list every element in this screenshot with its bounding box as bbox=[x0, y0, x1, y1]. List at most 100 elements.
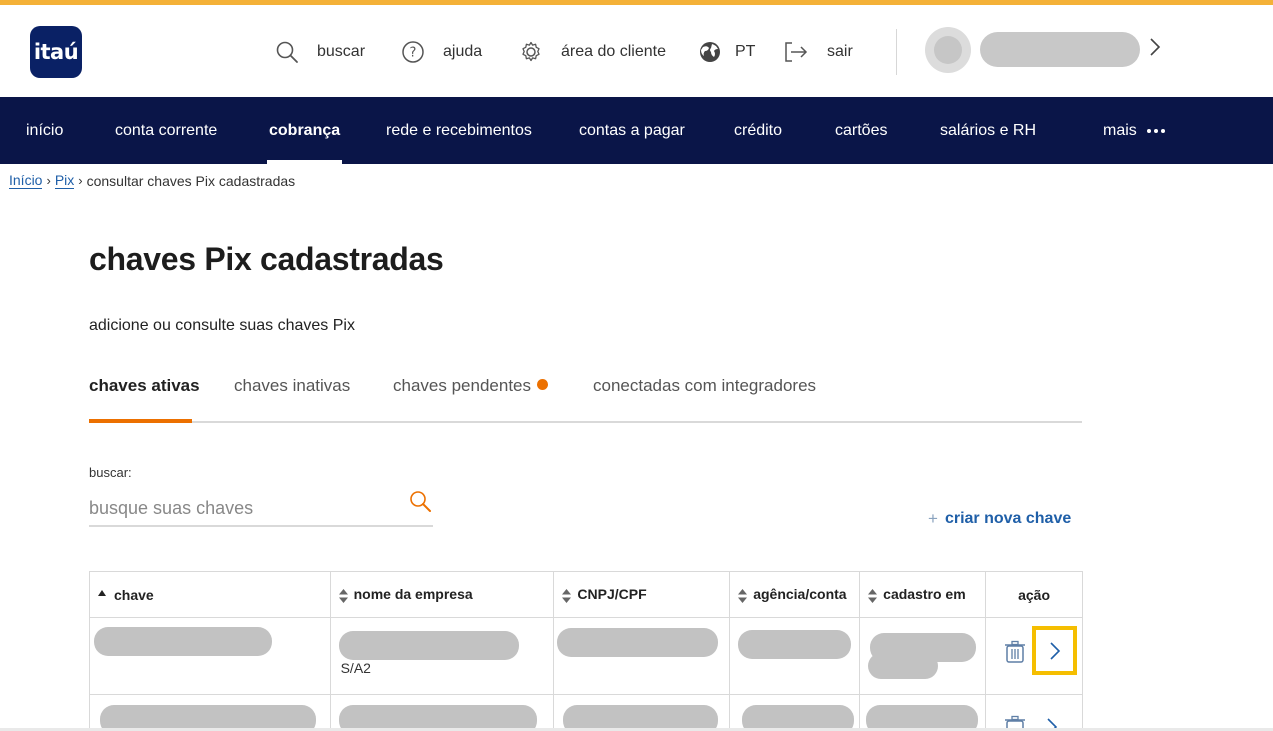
header-search-button[interactable]: buscar bbox=[275, 39, 365, 65]
user-menu-chevron-icon[interactable] bbox=[1148, 36, 1162, 63]
cell-acao bbox=[985, 694, 1083, 731]
trash-icon[interactable] bbox=[1004, 640, 1026, 669]
header-help-button[interactable]: ? ajuda bbox=[401, 39, 482, 65]
header-language-label: PT bbox=[735, 43, 756, 60]
col-label: ação bbox=[1018, 586, 1051, 603]
nav-item-mais[interactable]: mais bbox=[1103, 97, 1165, 164]
header-language-button[interactable]: PT bbox=[698, 39, 755, 65]
search-label: buscar: bbox=[89, 465, 132, 480]
col-header-acao: ação bbox=[985, 571, 1083, 618]
cell-nome-empresa bbox=[329, 694, 555, 731]
col-header-cadastro-em[interactable]: cadastro em bbox=[859, 571, 987, 618]
avatar[interactable] bbox=[925, 27, 971, 73]
nav-item-inicio[interactable]: início bbox=[26, 97, 63, 164]
nav-item-cobranca[interactable]: cobrança bbox=[266, 97, 343, 164]
search-input[interactable] bbox=[89, 493, 389, 523]
pending-badge bbox=[537, 379, 548, 390]
create-key-label: criar nova chave bbox=[944, 510, 1072, 527]
tab-label: chaves pendentes bbox=[393, 376, 531, 395]
col-header-agencia-conta[interactable]: agência/conta bbox=[729, 571, 861, 618]
nav-label: conta corrente bbox=[115, 121, 218, 139]
gear-icon bbox=[519, 40, 543, 64]
help-icon: ? bbox=[401, 40, 425, 64]
header-logout-button[interactable]: sair bbox=[784, 39, 853, 65]
header-logout-label: sair bbox=[827, 43, 853, 60]
col-header-chave[interactable]: chave bbox=[89, 571, 331, 618]
sort-icon bbox=[868, 588, 878, 603]
tab-chaves-pendentes[interactable]: chaves pendentes bbox=[393, 376, 548, 396]
redacted-value bbox=[94, 627, 272, 656]
itau-logo[interactable]: itaú bbox=[30, 26, 82, 78]
nav-item-contas-a-pagar[interactable]: contas a pagar bbox=[579, 97, 685, 164]
redacted-value bbox=[738, 630, 852, 659]
col-label: agência/conta bbox=[753, 586, 847, 603]
cell-cadastro-em bbox=[859, 694, 987, 731]
active-tab-indicator bbox=[89, 419, 192, 423]
tab-label: chaves ativas bbox=[89, 376, 200, 395]
col-header-cnpj-cpf[interactable]: CNPJ/CPF bbox=[553, 571, 731, 618]
cell-cnpj-cpf bbox=[553, 617, 731, 695]
breadcrumb-separator-icon: › bbox=[78, 173, 83, 188]
sort-icon bbox=[562, 588, 572, 603]
more-dots-icon bbox=[1146, 128, 1165, 133]
header-divider bbox=[896, 29, 897, 75]
breadcrumb-separator-icon: › bbox=[46, 173, 51, 188]
keys-table: chave nome da empresa CNPJ/CPF agência/c… bbox=[89, 571, 1083, 731]
col-label: nome da empresa bbox=[353, 586, 473, 603]
nav-label: início bbox=[26, 121, 64, 139]
tab-label: conectadas com integradores bbox=[593, 376, 817, 395]
search-icon[interactable] bbox=[408, 489, 434, 520]
cell-nome-empresa: S/A2 bbox=[329, 617, 555, 695]
nav-item-conta-corrente[interactable]: conta corrente bbox=[115, 97, 217, 164]
nav-label: cobrança bbox=[269, 121, 341, 139]
header-help-label: ajuda bbox=[443, 43, 483, 60]
tabs: chaves ativas chaves inativas chaves pen… bbox=[89, 370, 1082, 423]
svg-text:?: ? bbox=[410, 46, 417, 61]
tab-chaves-inativas[interactable]: chaves inativas bbox=[234, 376, 350, 396]
nav-label: mais bbox=[1103, 121, 1137, 139]
page-title: chaves Pix cadastradas bbox=[89, 241, 444, 277]
breadcrumb-pix-link[interactable]: Pix bbox=[54, 172, 75, 189]
redacted-value bbox=[338, 631, 519, 660]
col-label: chave bbox=[114, 586, 154, 603]
breadcrumb-home-link[interactable]: Início bbox=[9, 172, 43, 189]
header-client-area-button[interactable]: área do cliente bbox=[519, 39, 666, 65]
nav-item-salarios-rh[interactable]: salários e RH bbox=[940, 97, 1036, 164]
tab-conectadas-integradores[interactable]: conectadas com integradores bbox=[593, 376, 816, 396]
breadcrumb-current: consultar chaves Pix cadastradas bbox=[86, 172, 296, 189]
col-label: CNPJ/CPF bbox=[577, 586, 647, 603]
search-icon bbox=[275, 40, 300, 65]
page-subtitle: adicione ou consulte suas chaves Pix bbox=[89, 317, 355, 334]
col-header-nome-empresa[interactable]: nome da empresa bbox=[329, 571, 555, 618]
nav-item-cartoes[interactable]: cartões bbox=[835, 97, 887, 164]
logout-icon bbox=[784, 40, 809, 64]
table-row[interactable]: S/A2 bbox=[89, 617, 1083, 695]
redacted-value bbox=[868, 653, 939, 679]
tab-label: chaves inativas bbox=[234, 376, 351, 395]
nav-label: crédito bbox=[734, 121, 783, 139]
header-search-label: buscar bbox=[317, 43, 366, 60]
header: itaú buscar ? ajuda área do cliente PT s… bbox=[0, 5, 1273, 97]
col-label: cadastro em bbox=[883, 586, 966, 603]
redacted-value bbox=[557, 628, 719, 657]
logo-text: itaú bbox=[33, 40, 79, 64]
sort-asc-icon bbox=[98, 589, 106, 596]
tab-chaves-ativas[interactable]: chaves ativas bbox=[89, 376, 200, 396]
user-name-redacted[interactable] bbox=[980, 32, 1140, 67]
sort-icon bbox=[738, 588, 748, 603]
cell-chave bbox=[89, 694, 331, 731]
create-key-button[interactable]: + criar nova chave bbox=[928, 509, 1071, 529]
nav-label: rede e recebimentos bbox=[386, 121, 532, 139]
nav-item-credito[interactable]: crédito bbox=[734, 97, 782, 164]
table-row[interactable] bbox=[89, 694, 1083, 731]
cell-cadastro-em bbox=[859, 617, 987, 695]
nav-item-rede-recebimentos[interactable]: rede e recebimentos bbox=[386, 97, 532, 164]
cell-cnpj-cpf bbox=[553, 694, 731, 731]
sort-icon bbox=[338, 588, 348, 603]
cell-agencia-conta bbox=[729, 694, 861, 731]
company-suffix: S/A2 bbox=[340, 660, 371, 676]
main-nav: início conta corrente cobrança rede e re… bbox=[0, 97, 1273, 164]
open-key-details-button[interactable] bbox=[1032, 626, 1078, 675]
breadcrumb: Início › Pix › consultar chaves Pix cada… bbox=[9, 172, 295, 189]
plus-icon: + bbox=[928, 509, 938, 528]
